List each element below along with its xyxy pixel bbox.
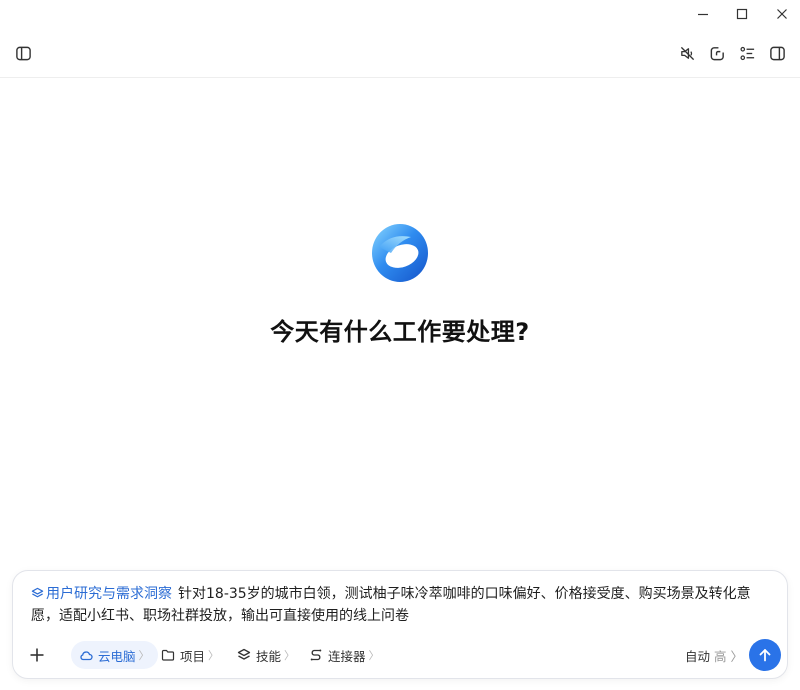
chevron-right-icon: 〉 xyxy=(138,649,150,662)
chevron-right-icon: 〉 xyxy=(730,649,744,664)
cloud-pc-label: 云电脑 xyxy=(98,648,136,664)
cloud-icon xyxy=(80,651,93,661)
arrow-up-icon xyxy=(759,649,771,662)
sidebar-toggle-button[interactable] xyxy=(12,42,34,64)
layers-icon xyxy=(237,648,251,660)
skill-tag-label: 用户研究与需求洞察 xyxy=(46,586,172,602)
minimize-button[interactable] xyxy=(683,0,723,28)
connectors-chip[interactable]: 连接器 〉 xyxy=(301,641,388,669)
folder-icon xyxy=(161,649,175,661)
app-window: 今天有什么工作要处理? 用户研究与需求洞察 针对18-35岁的城市白领，测试柚子味… xyxy=(0,0,800,690)
chevron-right-icon: 〉 xyxy=(208,649,220,662)
skills-chip[interactable]: 技能 〉 xyxy=(229,641,303,669)
right-panel-button[interactable] xyxy=(766,42,788,64)
project-label: 项目 xyxy=(180,648,206,664)
chevron-right-icon: 〉 xyxy=(284,649,296,662)
composer-actions: 云电脑 〉 项目 〉 技能 〉 连接器 〉 自动高〉 xyxy=(13,639,789,671)
new-chat-button[interactable] xyxy=(706,42,728,64)
layers-icon xyxy=(31,587,44,598)
new-chat-icon xyxy=(710,46,724,60)
maximize-icon xyxy=(736,8,748,20)
add-attachment-button[interactable] xyxy=(27,643,47,667)
plus-icon xyxy=(30,648,44,662)
mode-label: 自动 xyxy=(685,649,711,664)
task-list-icon xyxy=(739,46,754,60)
project-chip[interactable]: 项目 〉 xyxy=(153,641,227,669)
mode-selector[interactable]: 自动高〉 xyxy=(685,646,743,665)
cloud-pc-chip[interactable]: 云电脑 〉 xyxy=(71,641,158,669)
close-button[interactable] xyxy=(762,0,800,28)
connectors-label: 连接器 xyxy=(328,648,366,664)
send-button[interactable] xyxy=(749,639,781,671)
minimize-icon xyxy=(698,13,708,16)
skill-tag[interactable]: 用户研究与需求洞察 xyxy=(31,586,172,602)
mode-level: 高 xyxy=(714,649,727,664)
chevron-right-icon: 〉 xyxy=(368,649,380,662)
mute-icon xyxy=(680,46,694,60)
greeting-heading: 今天有什么工作要处理? xyxy=(270,318,530,346)
right-panel-icon xyxy=(769,46,785,60)
close-icon xyxy=(777,9,787,19)
skills-label: 技能 xyxy=(256,648,282,664)
mute-button[interactable] xyxy=(676,42,698,64)
composer[interactable]: 用户研究与需求洞察 针对18-35岁的城市白领，测试柚子味冷萃咖啡的口味偏好、价格… xyxy=(12,570,788,679)
toolbar xyxy=(0,28,800,78)
maximize-button[interactable] xyxy=(722,0,762,28)
prompt-input[interactable]: 用户研究与需求洞察 针对18-35岁的城市白领，测试柚子味冷萃咖啡的口味偏好、价格… xyxy=(31,583,775,627)
sidebar-toggle-icon xyxy=(15,46,31,60)
title-bar xyxy=(0,0,800,28)
connector-icon xyxy=(310,649,322,661)
app-logo xyxy=(372,224,428,282)
task-list-button[interactable] xyxy=(736,42,758,64)
